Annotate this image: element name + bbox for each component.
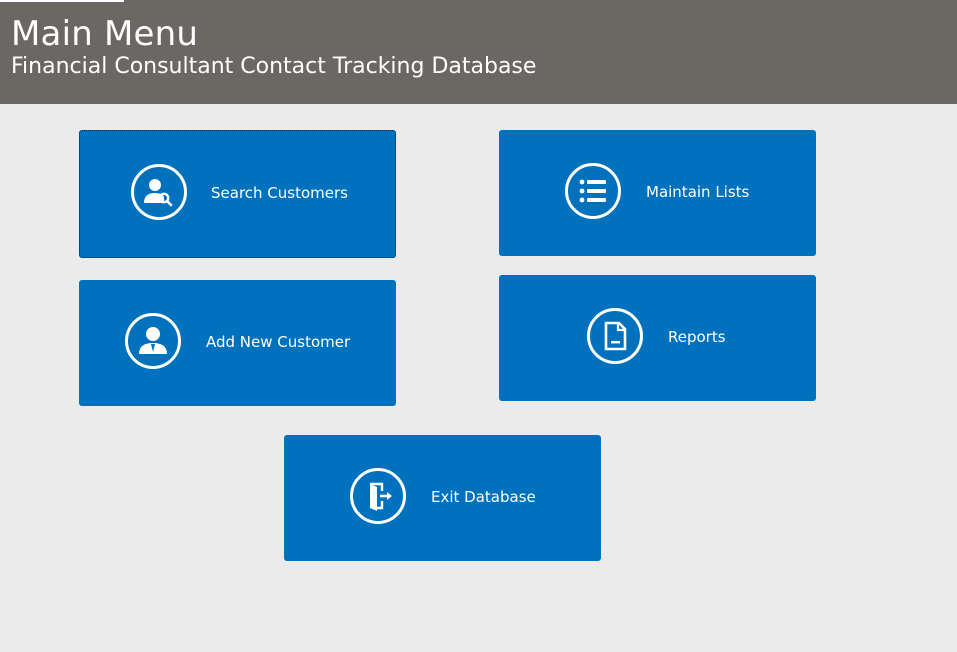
exit-database-label: Exit Database <box>431 488 536 506</box>
add-new-customer-label: Add New Customer <box>206 333 351 351</box>
page-subtitle: Financial Consultant Contact Tracking Da… <box>11 54 537 79</box>
reports-label: Reports <box>668 328 726 346</box>
maintain-lists-button[interactable]: Maintain Lists <box>499 130 816 256</box>
list-icon <box>565 163 621 219</box>
add-new-customer-button[interactable]: Add New Customer <box>79 280 396 406</box>
exit-database-button[interactable]: Exit Database <box>284 435 601 561</box>
exit-door-icon <box>350 468 406 524</box>
maintain-lists-label: Maintain Lists <box>646 183 750 201</box>
search-customers-label: Search Customers <box>211 184 348 202</box>
user-search-icon <box>131 164 187 220</box>
search-customers-button[interactable]: Search Customers <box>79 130 396 258</box>
page-title: Main Menu <box>11 14 199 54</box>
reports-button[interactable]: Reports <box>499 275 816 401</box>
header-bar: Main Menu Financial Consultant Contact T… <box>0 0 957 104</box>
header-accent <box>0 0 124 2</box>
document-icon <box>587 308 643 364</box>
user-add-icon <box>125 313 181 369</box>
